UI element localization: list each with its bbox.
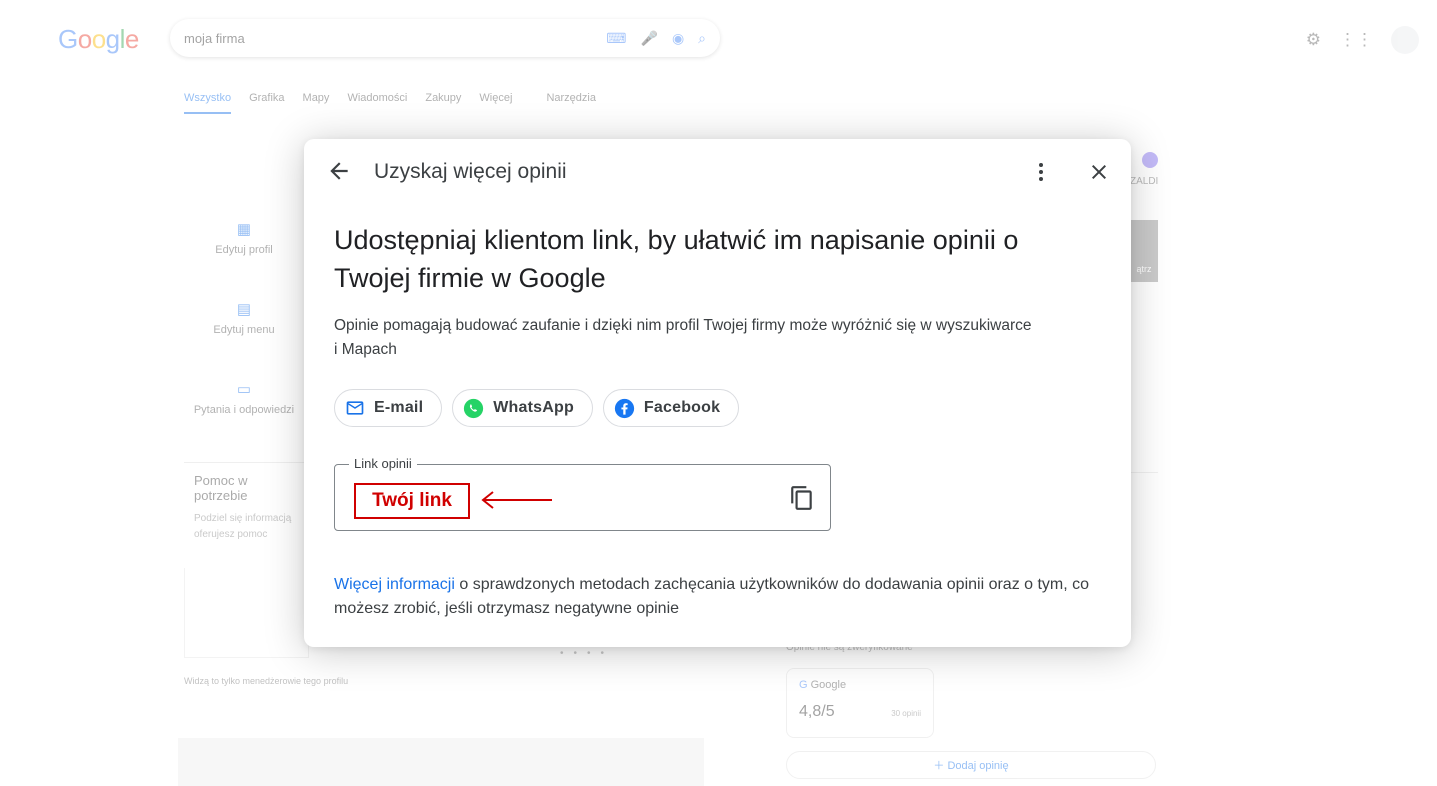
store-icon: ▦ — [236, 221, 252, 238]
search-icon[interactable]: ⌕ — [698, 30, 706, 47]
back-arrow-icon[interactable] — [326, 158, 352, 184]
search-input[interactable]: moja firma ⌨ 🎤 ◉ ⌕ — [170, 19, 720, 57]
camera-icon[interactable]: ◉ — [672, 30, 684, 47]
tab-shopping[interactable]: Zakupy — [425, 92, 461, 114]
tab-news[interactable]: Wiadomości — [347, 92, 407, 114]
your-link-annotation: Twój link — [354, 483, 470, 519]
more-vert-icon[interactable] — [1029, 160, 1053, 184]
rating-value: 4,8/5 — [799, 703, 835, 720]
tab-images[interactable]: Grafika — [249, 92, 284, 114]
apps-grid-icon[interactable]: ⋮⋮ — [1339, 30, 1373, 50]
google-rating-card[interactable]: G Google 4,8/5 30 opinii — [786, 668, 934, 738]
copy-icon[interactable] — [789, 485, 815, 511]
avatar[interactable] — [1391, 26, 1419, 54]
business-photo[interactable]: ątrz — [1130, 220, 1158, 282]
qa-action[interactable]: ▭ Pytania i odpowiedzi — [184, 380, 304, 460]
divider — [1130, 472, 1158, 473]
google-g-icon: G — [799, 679, 808, 691]
annotation-arrow-icon — [481, 491, 552, 509]
managers-note: Widzą to tylko menedżerowie tego profilu — [184, 676, 349, 686]
review-link-field[interactable]: Link opinii Twój link — [334, 456, 831, 531]
whatsapp-icon — [464, 398, 484, 418]
microphone-icon[interactable]: 🎤 — [641, 30, 658, 47]
empty-panel — [184, 568, 309, 658]
chat-icon: ▭ — [236, 381, 252, 398]
search-tabs: Wszystko Grafika Mapy Wiadomości Zakupy … — [184, 92, 596, 114]
share-buttons: E-mail WhatsApp Facebook — [334, 389, 740, 427]
add-review-button[interactable]: ＋ Dodaj opinię — [786, 751, 1156, 779]
dialog-description: Opinie pomagają budować zaufanie i dzięk… — [334, 317, 1032, 358]
email-icon — [346, 401, 364, 415]
edit-profile-action[interactable]: ▦ Edytuj profil — [184, 220, 304, 300]
dialog-title: Uzyskaj więcej opinii — [374, 160, 567, 183]
tab-more[interactable]: Więcej — [479, 92, 512, 114]
pin-icon — [1142, 152, 1158, 168]
review-count: 30 opinii — [891, 709, 921, 718]
menu-book-icon: ▤ — [236, 301, 252, 318]
gear-icon[interactable]: ⚙ — [1306, 30, 1321, 50]
dialog-footer-text: Więcej informacji o sprawdzonych metodac… — [334, 576, 1090, 617]
tab-maps[interactable]: Mapy — [303, 92, 330, 114]
help-card[interactable]: Pomoc w potrzebie Podziel się informacją… — [184, 462, 309, 567]
dialog-heading: Udostępniaj klientom link, by ułatwić im… — [334, 225, 1019, 293]
side-label: ZALDI — [1130, 176, 1159, 187]
profile-actions: ▦ Edytuj profil ▤ Edytuj menu ▭ Pytania i o… — [184, 220, 304, 460]
search-query: moja firma — [184, 30, 245, 46]
keyboard-icon[interactable]: ⌨ — [606, 30, 626, 47]
edit-menu-action[interactable]: ▤ Edytuj menu — [184, 300, 304, 380]
tab-all[interactable]: Wszystko — [184, 92, 232, 114]
get-more-reviews-dialog: Uzyskaj więcej opinii Udostępniaj klient… — [304, 139, 1131, 647]
share-email-button[interactable]: E-mail — [334, 389, 443, 427]
google-logo[interactable]: Google — [58, 24, 139, 55]
share-whatsapp-button[interactable]: WhatsApp — [452, 389, 593, 427]
facebook-icon — [614, 398, 635, 418]
share-facebook-button[interactable]: Facebook — [602, 389, 740, 427]
review-link-label: Link opinii — [349, 456, 417, 471]
close-icon[interactable] — [1087, 160, 1111, 184]
placeholder-bar — [178, 738, 704, 786]
more-info-link[interactable]: Więcej informacji — [334, 576, 455, 593]
tab-tools[interactable]: Narzędzia — [546, 92, 596, 114]
dialog-header: Uzyskaj więcej opinii — [304, 139, 1131, 205]
dots-indicator: •••• — [560, 648, 615, 659]
